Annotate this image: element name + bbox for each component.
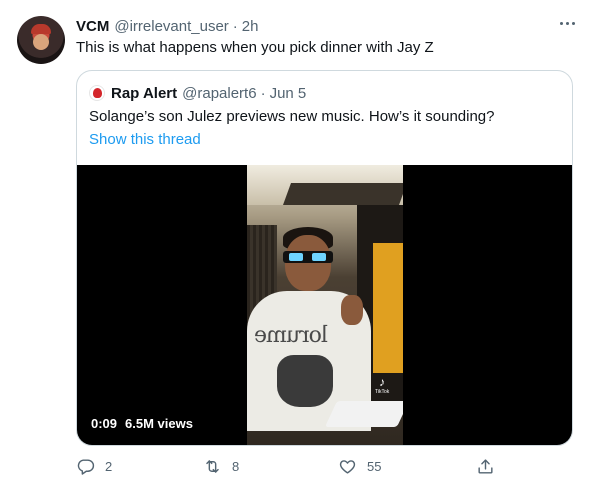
share-button[interactable] bbox=[476, 452, 495, 480]
more-dot bbox=[559, 21, 563, 25]
keyboard bbox=[324, 401, 403, 427]
studio-beam bbox=[282, 183, 403, 205]
avatar-hat bbox=[31, 24, 51, 34]
share-icon bbox=[476, 457, 495, 476]
retweet-count: 8 bbox=[232, 458, 240, 474]
person-fist bbox=[341, 295, 363, 325]
tiktok-logo-icon: ♪ bbox=[379, 375, 385, 389]
retweet-icon bbox=[203, 457, 222, 476]
tweet-header: VCM @irrelevant_user · 2h bbox=[76, 16, 258, 36]
like-count: 55 bbox=[367, 458, 382, 474]
avatar-face bbox=[33, 34, 49, 50]
more-dot bbox=[571, 21, 575, 25]
reply-button[interactable]: 2 bbox=[76, 452, 112, 480]
quoted-timestamp[interactable]: Jun 5 bbox=[270, 85, 307, 102]
heart-icon bbox=[338, 457, 357, 476]
author-handle[interactable]: @irrelevant_user bbox=[114, 18, 228, 35]
retweet-button[interactable]: 8 bbox=[203, 452, 239, 480]
quoted-header-separator: · bbox=[260, 84, 266, 102]
author-avatar[interactable] bbox=[17, 16, 65, 64]
quoted-avatar[interactable] bbox=[89, 85, 105, 101]
person-head bbox=[285, 235, 331, 291]
video-meta: 0:09 6.5M views bbox=[91, 416, 193, 431]
action-bar: 2 8 55 bbox=[76, 452, 573, 480]
video-views: 6.5M views bbox=[125, 416, 193, 431]
orange-poster bbox=[373, 243, 403, 373]
more-dot bbox=[565, 21, 569, 25]
more-dots-icon[interactable] bbox=[555, 14, 579, 32]
tiktok-watermark: TikTok bbox=[375, 389, 390, 395]
video-duration: 0:09 bbox=[91, 416, 118, 431]
quoted-header: Rap Alert @rapalert6 · Jun 5 bbox=[89, 83, 306, 103]
header-separator: · bbox=[232, 17, 238, 35]
quoted-author-handle[interactable]: @rapalert6 bbox=[182, 85, 256, 102]
show-thread-link[interactable]: Show this thread bbox=[89, 130, 201, 150]
led-glasses bbox=[283, 251, 333, 263]
quoted-text: Solange’s son Julez previews new music. … bbox=[89, 108, 495, 125]
quoted-author-name[interactable]: Rap Alert bbox=[111, 85, 177, 102]
quoted-tweet[interactable]: Rap Alert @rapalert6 · Jun 5 Solange’s s… bbox=[76, 70, 573, 446]
video-player[interactable]: lorume ♪ TikTok 0:09 6.5M views bbox=[77, 165, 572, 445]
video-frame: lorume ♪ TikTok bbox=[247, 165, 403, 445]
reply-count: 2 bbox=[105, 458, 113, 474]
reply-icon bbox=[76, 457, 95, 476]
tweet-text: This is what happens when you pick dinne… bbox=[76, 39, 434, 56]
hoodie-print: lorume bbox=[255, 323, 328, 348]
tweet-card[interactable]: VCM @irrelevant_user · 2h This is what h… bbox=[0, 0, 595, 488]
hoodie-hand-graphic bbox=[277, 355, 333, 407]
author-name[interactable]: VCM bbox=[76, 18, 109, 35]
like-button[interactable]: 55 bbox=[338, 452, 381, 480]
tweet-timestamp[interactable]: 2h bbox=[242, 18, 259, 35]
